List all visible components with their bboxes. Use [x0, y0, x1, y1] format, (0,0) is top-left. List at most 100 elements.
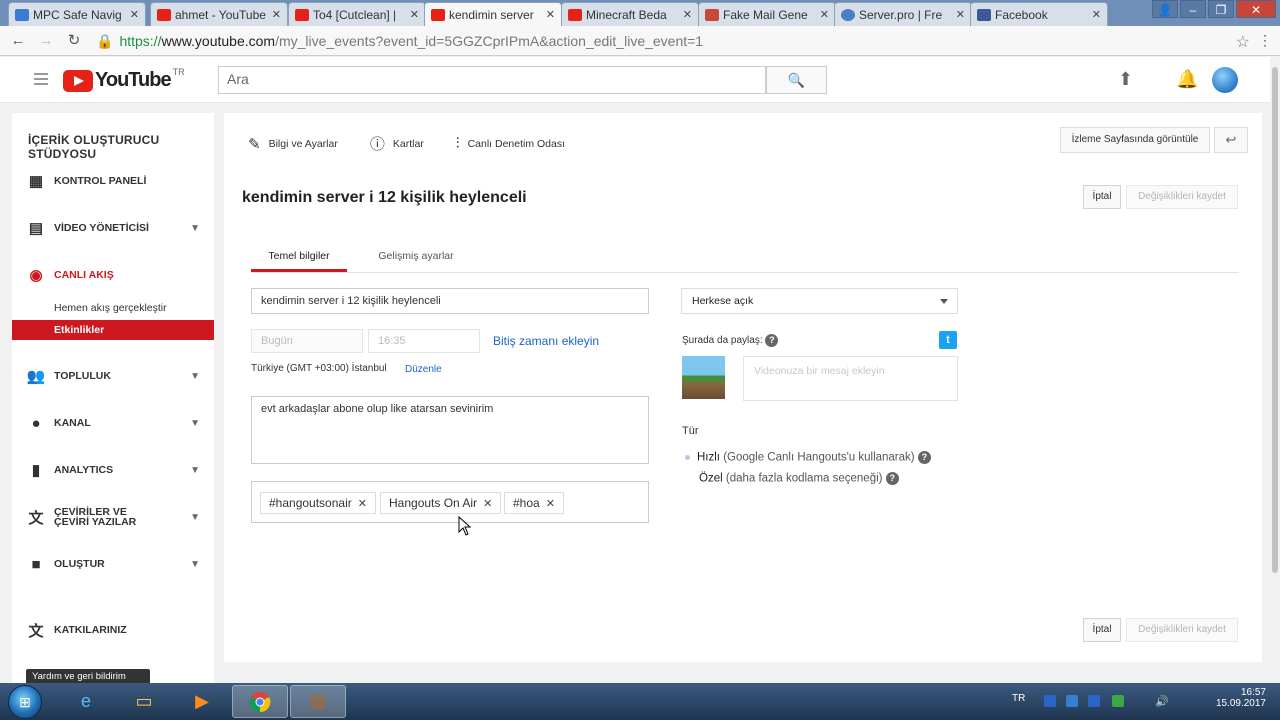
help-icon[interactable]: ? — [765, 334, 779, 347]
save-button-bottom[interactable]: Değişiklikleri kaydet — [1126, 618, 1238, 642]
close-tab-icon[interactable]: ✕ — [956, 8, 965, 21]
cancel-button[interactable]: İptal — [1083, 185, 1121, 209]
sidebar-item-contributions[interactable]: 文 KATKILARINIZ — [26, 619, 214, 641]
sidebar-item-dashboard[interactable]: ▦ KONTROL PANELİ — [26, 170, 214, 192]
language-indicator[interactable]: TR — [1012, 693, 1025, 704]
privacy-select[interactable]: Herkese açık — [681, 288, 958, 314]
tab-advanced-settings[interactable]: Gelişmiş ayarlar — [367, 241, 465, 272]
user-profile-icon[interactable]: 👤 — [1152, 0, 1178, 18]
type-option-fast[interactable]: Hızlı (Google Canlı Hangouts'u kullanara… — [685, 451, 931, 464]
browser-tab[interactable]: ahmet - YouTube ✕ — [150, 2, 288, 26]
type-label: Tür — [682, 425, 699, 437]
reload-icon[interactable]: ↻ — [64, 32, 84, 50]
tag-chip: #hangoutsonair ✕ — [260, 492, 376, 514]
remove-tag-icon[interactable]: ✕ — [546, 498, 555, 510]
editor-toptabs: ✎ Bilgi ve Ayarlar ⓘ Kartlar ⫶ Canlı Den… — [248, 133, 597, 154]
sidebar-subitem-events[interactable]: Etkinlikler — [12, 320, 214, 340]
cancel-button-bottom[interactable]: İptal — [1083, 618, 1121, 642]
share-message-field[interactable]: Videonuza bir mesaj ekleyin — [743, 356, 958, 401]
windows-start-icon[interactable]: ⊞ — [8, 685, 42, 719]
browser-tab[interactable]: Minecraft Beda ✕ — [561, 2, 699, 26]
browser-tab[interactable]: Facebook ✕ — [970, 2, 1108, 26]
tray-app-icon[interactable] — [1044, 695, 1056, 707]
help-icon[interactable]: ? — [885, 472, 899, 485]
volume-icon[interactable]: 🔊 — [1155, 695, 1169, 708]
back-arrow-icon[interactable]: ← — [8, 32, 28, 50]
close-tab-icon[interactable]: ✕ — [546, 8, 555, 21]
url-field[interactable]: 🔒 https://www.youtube.com/my_live_events?… — [96, 30, 1246, 52]
bookmark-star-icon[interactable]: ☆ — [1236, 32, 1250, 52]
add-end-time-link[interactable]: Bitiş zamanı ekleyin — [493, 334, 599, 348]
chrome-icon[interactable] — [232, 685, 288, 718]
sidebar-item-channel[interactable]: ● KANAL ▼ — [26, 412, 214, 434]
close-window-icon[interactable]: ✕ — [1236, 0, 1276, 18]
mouse-cursor-icon — [458, 516, 472, 536]
chevron-down-icon: ▼ — [190, 370, 200, 382]
browser-tab[interactable]: To4 [Cutclean] | ✕ — [288, 2, 426, 26]
edit-timezone-link[interactable]: Düzenle — [405, 364, 442, 375]
sidebar-item-video-manager[interactable]: ▤ VİDEO YÖNETİCİSİ ▼ — [26, 217, 214, 239]
tray-app-icon[interactable] — [1088, 695, 1100, 707]
scrollbar-thumb[interactable] — [1272, 67, 1278, 573]
maximize-icon[interactable]: ❐ — [1208, 0, 1234, 18]
sidebar-item-label: CANLI AKIŞ — [54, 269, 114, 281]
save-button[interactable]: Değişiklikleri kaydet — [1126, 185, 1238, 209]
tab-info-settings[interactable]: ✎ Bilgi ve Ayarlar — [248, 133, 338, 154]
tray-app-icon[interactable] — [1066, 695, 1078, 707]
search-button[interactable]: 🔍 — [766, 66, 827, 94]
browser-tab[interactable]: Fake Mail Gene ✕ — [698, 2, 836, 26]
browser-menu-icon[interactable]: ⋮ — [1258, 32, 1272, 49]
tag-text: Hangouts On Air — [389, 496, 478, 510]
sidebar-item-create[interactable]: ■ OLUŞTUR ▼ — [26, 553, 214, 575]
remove-tag-icon[interactable]: ✕ — [358, 498, 367, 510]
close-tab-icon[interactable]: ✕ — [1092, 8, 1101, 21]
tab-control-room[interactable]: ⫶ Canlı Denetim Odası — [456, 133, 565, 154]
sidebar-item-live[interactable]: ◉ CANLI AKIŞ — [26, 264, 214, 286]
youtube-logo[interactable]: YouTube TR — [63, 67, 185, 92]
minimize-icon[interactable]: – — [1180, 0, 1206, 18]
tray-app-icon[interactable] — [1112, 695, 1124, 707]
minecraft-icon[interactable]: ▩ — [290, 685, 346, 718]
notifications-bell-icon[interactable]: 🔔 — [1176, 69, 1198, 90]
share-label: Şurada da paylaş: ? — [682, 334, 779, 347]
upload-icon[interactable]: ⬆ — [1118, 69, 1133, 90]
url-host: www.youtube.com — [161, 33, 276, 49]
clock[interactable]: 16:57 15.09.2017 — [1216, 687, 1266, 709]
type-option-custom[interactable]: Özel (daha fazla kodlama seçeneği) ? — [699, 472, 899, 485]
close-tab-icon[interactable]: ✕ — [410, 8, 419, 21]
hamburger-menu-icon[interactable] — [34, 73, 48, 88]
forward-arrow-icon[interactable]: → — [36, 32, 56, 50]
close-tab-icon[interactable]: ✕ — [820, 8, 829, 21]
help-icon[interactable]: ? — [917, 451, 931, 464]
browser-tab[interactable]: Server.pro | Fre ✕ — [834, 2, 972, 26]
description-field[interactable]: evt arkadaşlar abone olup like atarsan s… — [251, 396, 649, 464]
sidebar-item-label: KANAL — [54, 417, 91, 429]
tab-cards[interactable]: ⓘ Kartlar — [370, 133, 424, 154]
tab-title: ahmet - YouTube — [175, 7, 266, 22]
close-tab-icon[interactable]: ✕ — [272, 8, 281, 21]
close-tab-icon[interactable]: ✕ — [130, 8, 139, 21]
sidebar-subitem-live-now[interactable]: Hemen akış gerçekleştir — [12, 298, 214, 318]
sidebar-item-translations[interactable]: 文 ÇEVİRİLER VE ÇEVİRİ YAZILAR ▼ — [26, 503, 214, 531]
file-explorer-icon[interactable]: ▭ — [116, 685, 172, 718]
browser-tab-active[interactable]: kendimin server ✕ — [424, 2, 562, 26]
internet-explorer-icon[interactable]: e — [58, 685, 114, 718]
view-on-watch-page-button[interactable]: İzleme Sayfasında görüntüle — [1060, 127, 1210, 153]
sidebar-item-analytics[interactable]: ▮ ANALYTICS ▼ — [26, 459, 214, 481]
title-field[interactable]: kendimin server i 12 kişilik heylenceli — [251, 288, 649, 314]
sidebar-item-community[interactable]: 👥 TOPLULUK ▼ — [26, 365, 214, 387]
date-field[interactable]: Bugün — [251, 329, 363, 353]
back-button[interactable]: ↩ — [1214, 127, 1248, 153]
tags-field[interactable]: #hangoutsonair ✕ Hangouts On Air ✕ #hoa ✕ — [251, 481, 649, 523]
twitter-share-icon[interactable]: t — [939, 331, 957, 349]
media-player-icon[interactable]: ▶ — [174, 685, 230, 718]
page-scrollbar[interactable] — [1270, 57, 1280, 683]
close-tab-icon[interactable]: ✕ — [683, 8, 692, 21]
search-input[interactable]: Ara — [218, 66, 766, 94]
window-controls: 👤 – ❐ ✕ — [1152, 0, 1276, 18]
tab-basic-info[interactable]: Temel bilgiler — [251, 241, 347, 272]
remove-tag-icon[interactable]: ✕ — [483, 498, 492, 510]
browser-tab[interactable]: MPC Safe Navig ✕ — [8, 2, 146, 26]
avatar[interactable] — [1212, 67, 1238, 93]
time-field[interactable]: 16:35 — [368, 329, 480, 353]
